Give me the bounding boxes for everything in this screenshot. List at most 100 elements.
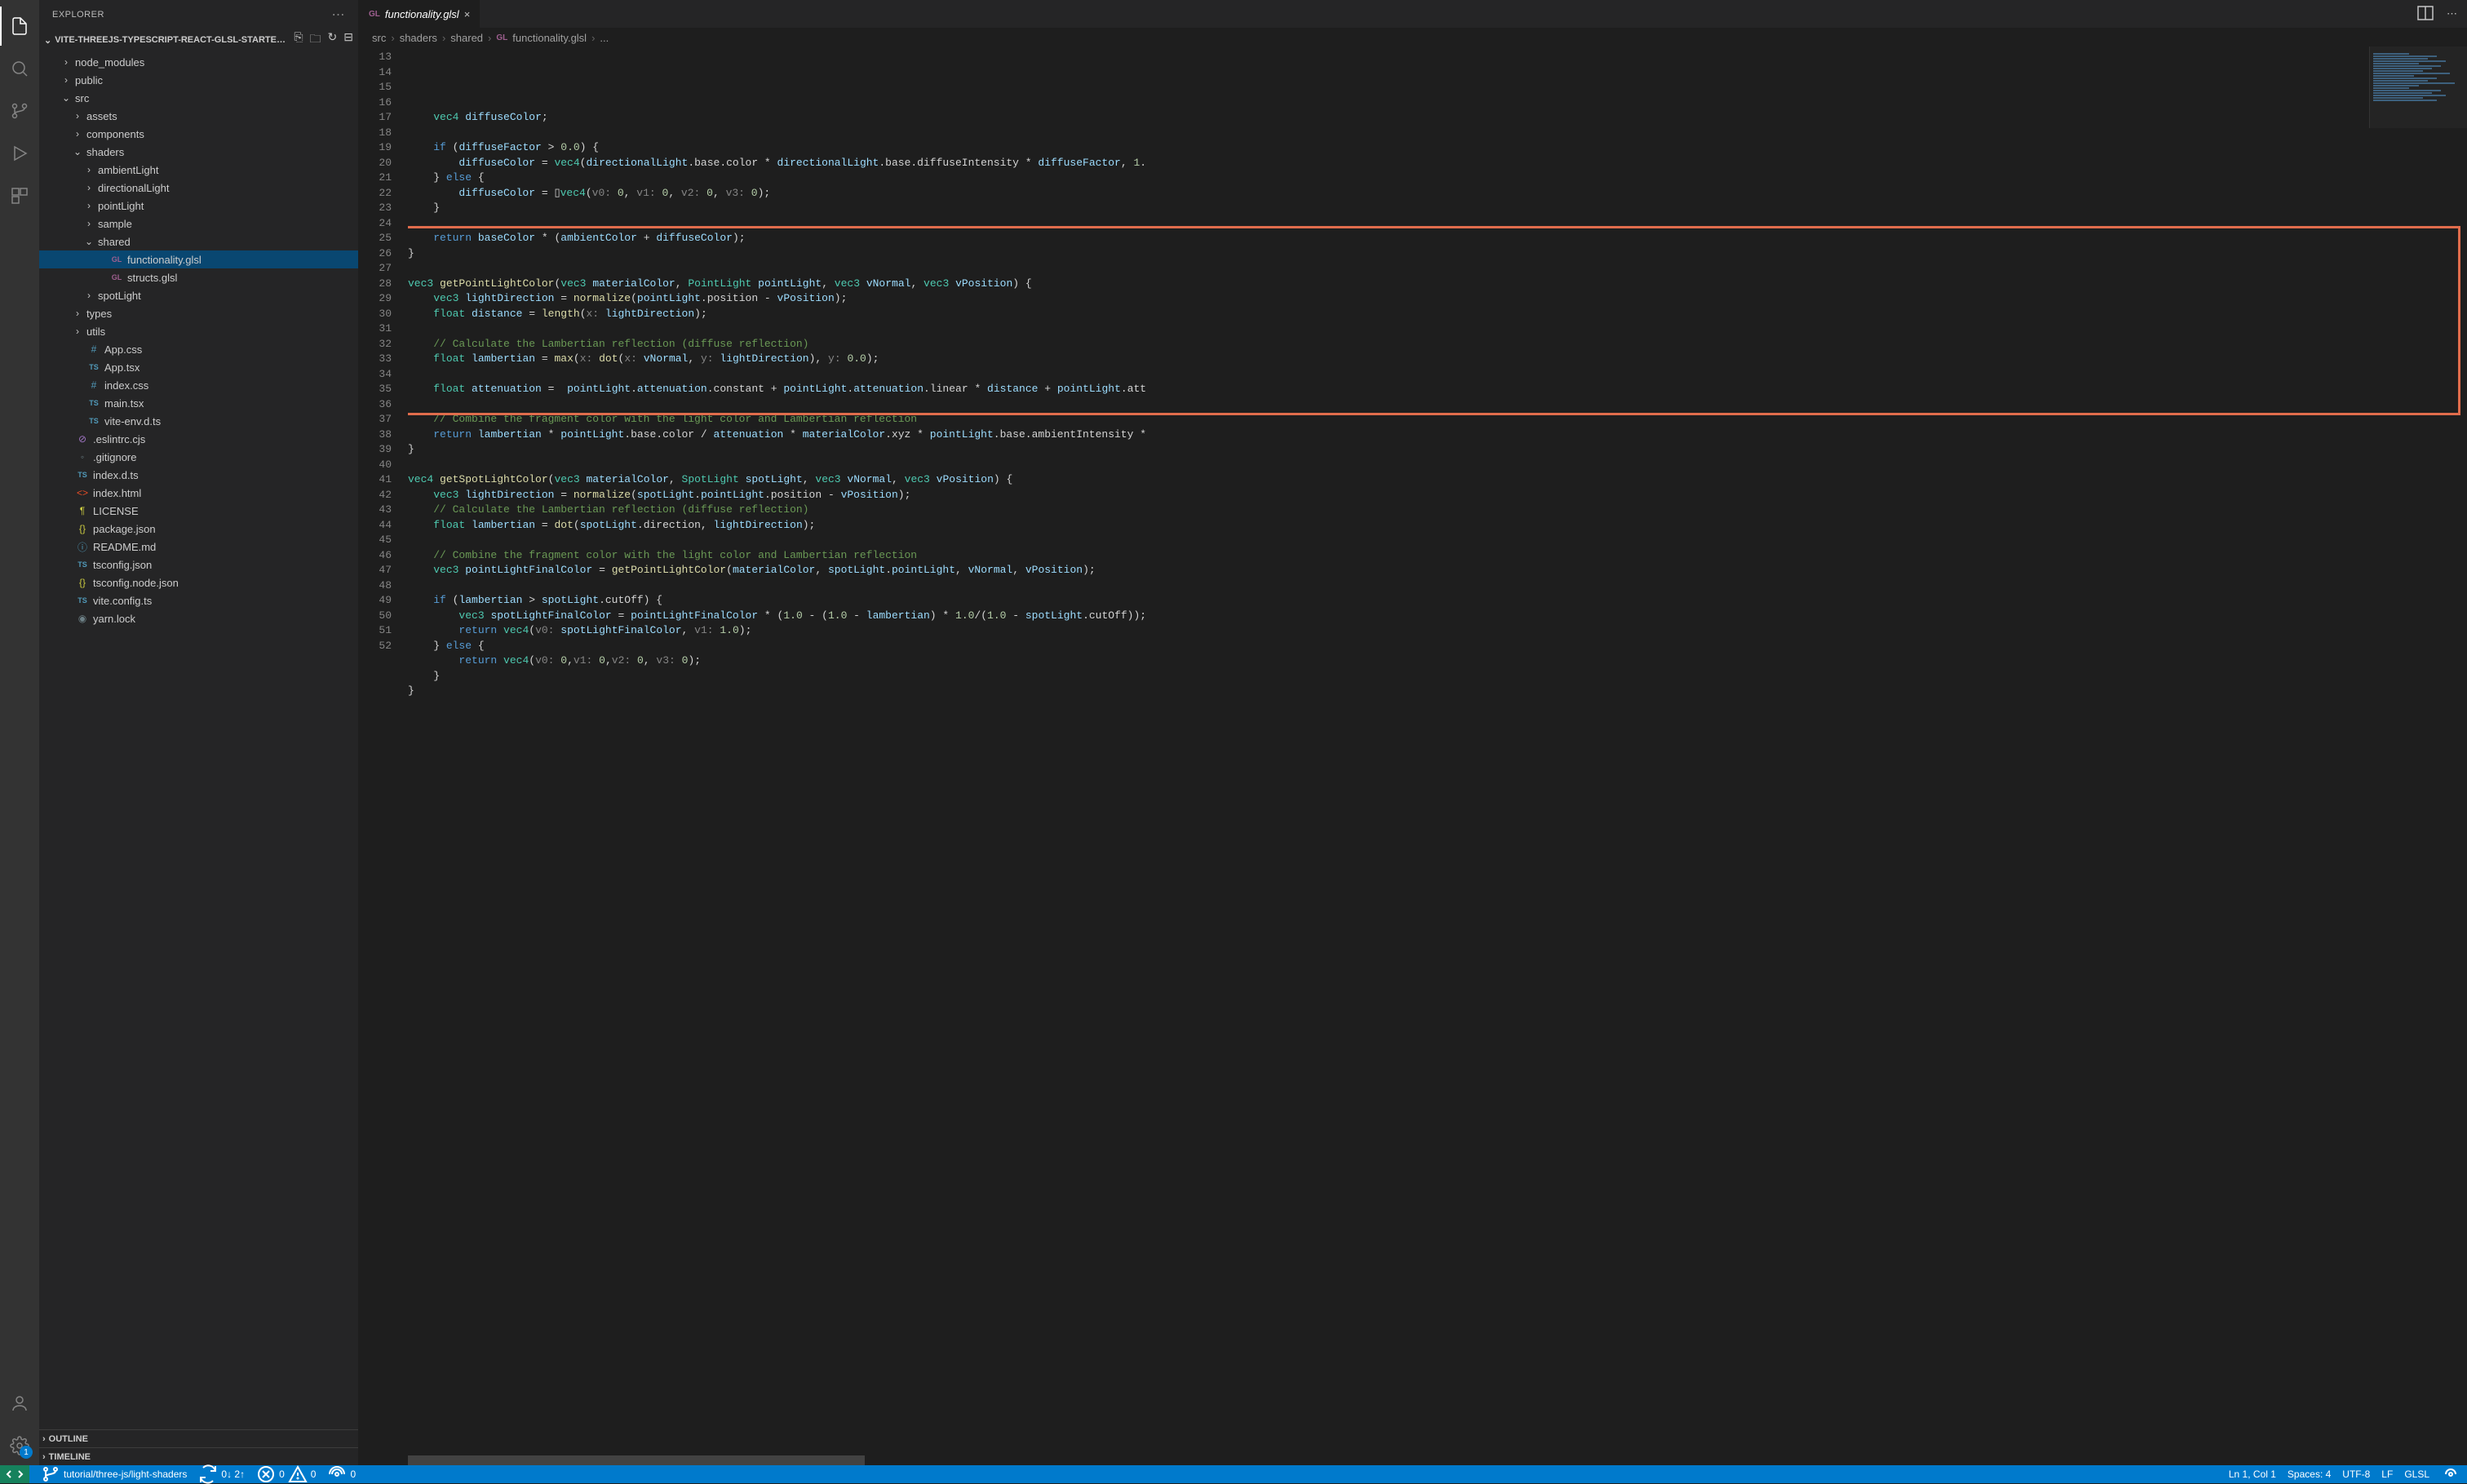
close-icon[interactable]: × — [464, 8, 471, 20]
eol-indicator[interactable]: LF — [2381, 1464, 2393, 1484]
folder-item[interactable]: ›components — [39, 125, 358, 143]
tree-item-label: components — [86, 128, 144, 140]
file-item[interactable]: #index.css — [39, 376, 358, 394]
activity-extensions[interactable] — [0, 176, 39, 215]
file-item[interactable]: <>index.html — [39, 484, 358, 502]
outline-label: OUTLINE — [49, 1434, 88, 1444]
remote-button[interactable] — [0, 1465, 29, 1483]
collapse-icon[interactable]: ⊟ — [343, 30, 353, 50]
activity-scm[interactable] — [0, 91, 39, 131]
code-line: return baseColor * (ambientColor + diffu… — [408, 231, 2467, 246]
file-type-icon: ◦ — [75, 451, 90, 463]
file-item[interactable]: ◉yarn.lock — [39, 609, 358, 627]
branch-indicator[interactable]: tutorial/three-js/light-shaders — [41, 1464, 187, 1484]
file-item[interactable]: #App.css — [39, 340, 358, 358]
code-line: if (diffuseFactor > 0.0) { — [408, 140, 2467, 156]
code-editor[interactable]: vec4 diffuseColor; if (diffuseFactor > 0… — [408, 47, 2467, 1455]
folder-item[interactable]: ⌄shaders — [39, 143, 358, 161]
folder-item[interactable]: ›assets — [39, 107, 358, 125]
breadcrumb-item[interactable]: functionality.glsl — [512, 32, 587, 44]
code-line: return lambertian * pointLight.base.colo… — [408, 427, 2467, 443]
indent-indicator[interactable]: Spaces: 4 — [2288, 1464, 2331, 1484]
file-item[interactable]: ◦.gitignore — [39, 448, 358, 466]
breadcrumb-item[interactable]: shared — [450, 32, 483, 44]
folder-item[interactable]: ›node_modules — [39, 53, 358, 71]
chevron-right-icon: › — [442, 32, 445, 44]
folder-item[interactable]: ›directionalLight — [39, 179, 358, 197]
breadcrumb-item[interactable]: shaders — [400, 32, 437, 44]
refresh-icon[interactable]: ↻ — [328, 30, 338, 50]
split-editor-icon[interactable] — [2416, 3, 2435, 25]
tab-functionality-glsl[interactable]: GL functionality.glsl × — [359, 0, 481, 28]
radio-indicator[interactable]: 0 — [327, 1464, 356, 1484]
new-folder-icon[interactable]: 🗀 — [310, 30, 321, 50]
timeline-section[interactable]: › TIMELINE — [39, 1447, 358, 1465]
file-type-icon: ⓘ — [75, 540, 90, 554]
remote-icon — [5, 1464, 24, 1484]
tree-item-label: pointLight — [98, 200, 144, 212]
code-line: // Calculate the Lambertian reflection (… — [408, 337, 2467, 352]
code-line: return vec4(v0: spotLightFinalColor, v1:… — [408, 623, 2467, 639]
breadcrumb[interactable]: src › shaders › shared › GL functionalit… — [359, 29, 2467, 47]
outline-section[interactable]: › OUTLINE — [39, 1429, 358, 1447]
activity-account[interactable] — [0, 1384, 39, 1423]
minimap[interactable] — [2369, 47, 2467, 128]
file-item[interactable]: TStsconfig.json — [39, 556, 358, 574]
sync-indicator[interactable]: 0↓ 2↑ — [198, 1464, 245, 1484]
branch-icon — [41, 1464, 60, 1484]
code-container: 1314151617181920212223242526272829303132… — [359, 47, 2467, 1455]
file-item[interactable]: {}package.json — [39, 520, 358, 538]
folder-item[interactable]: ›types — [39, 304, 358, 322]
activity-explorer[interactable] — [0, 7, 39, 46]
file-item[interactable]: TSvite-env.d.ts — [39, 412, 358, 430]
folder-item[interactable]: ›utils — [39, 322, 358, 340]
file-item[interactable]: ⊘.eslintrc.cjs — [39, 430, 358, 448]
new-file-icon[interactable]: ⎘ — [294, 30, 303, 50]
file-item[interactable]: {}tsconfig.node.json — [39, 574, 358, 591]
chevron-right-icon: › — [60, 74, 72, 86]
folder-item[interactable]: ›ambientLight — [39, 161, 358, 179]
activity-debug[interactable] — [0, 134, 39, 173]
folder-item[interactable]: ›pointLight — [39, 197, 358, 215]
language-indicator[interactable]: GLSL — [2404, 1464, 2429, 1484]
tree-item-label: vite.config.ts — [93, 595, 152, 607]
encoding-indicator[interactable]: UTF-8 — [2342, 1464, 2370, 1484]
cursor-position[interactable]: Ln 1, Col 1 — [2229, 1464, 2276, 1484]
file-item[interactable]: TSvite.config.ts — [39, 591, 358, 609]
file-type-icon: # — [86, 343, 101, 355]
sidebar: EXPLORER ⋯ ⌄ VITE-THREEJS-TYPESCRIPT-REA… — [39, 0, 359, 1465]
file-tree[interactable]: ›node_modules›public⌄src›assets›componen… — [39, 51, 358, 1429]
tree-item-label: directionalLight — [98, 182, 169, 194]
file-item[interactable]: TSmain.tsx — [39, 394, 358, 412]
feedback-icon[interactable] — [2441, 1464, 2460, 1484]
code-line — [408, 216, 2467, 232]
more-actions-icon[interactable]: ⋯ — [2447, 7, 2457, 20]
folder-item[interactable]: ⌄src — [39, 89, 358, 107]
tree-item-label: .eslintrc.cjs — [93, 433, 145, 445]
folder-item[interactable]: ›sample — [39, 215, 358, 233]
activity-settings[interactable]: 1 — [0, 1426, 39, 1465]
errors-indicator[interactable]: 0 0 — [256, 1464, 316, 1484]
folder-item[interactable]: ⌄shared — [39, 233, 358, 250]
activity-search[interactable] — [0, 49, 39, 88]
breadcrumb-item[interactable]: src — [372, 32, 386, 44]
account-icon — [10, 1393, 29, 1413]
file-type-icon: TS — [75, 471, 90, 479]
horizontal-scrollbar[interactable] — [359, 1455, 2467, 1465]
explorer-project-header[interactable]: ⌄ VITE-THREEJS-TYPESCRIPT-REACT-GLSL-STA… — [39, 29, 358, 51]
file-item[interactable]: GLfunctionality.glsl — [39, 250, 358, 268]
file-item[interactable]: TSindex.d.ts — [39, 466, 358, 484]
tree-item-label: tsconfig.json — [93, 559, 152, 571]
folder-item[interactable]: ›public — [39, 71, 358, 89]
folder-item[interactable]: ›spotLight — [39, 286, 358, 304]
file-item[interactable]: GLstructs.glsl — [39, 268, 358, 286]
code-line: return vec4(v0: 0,v1: 0,v2: 0, v3: 0); — [408, 653, 2467, 669]
file-type-icon: TS — [75, 596, 90, 605]
file-item[interactable]: TSApp.tsx — [39, 358, 358, 376]
file-item[interactable]: ¶LICENSE — [39, 502, 358, 520]
sidebar-more-icon[interactable]: ⋯ — [332, 7, 346, 23]
file-item[interactable]: ⓘREADME.md — [39, 538, 358, 556]
breadcrumb-item[interactable]: ... — [600, 32, 609, 44]
scrollbar-thumb[interactable] — [408, 1455, 865, 1465]
tree-item-label: LICENSE — [93, 505, 139, 517]
